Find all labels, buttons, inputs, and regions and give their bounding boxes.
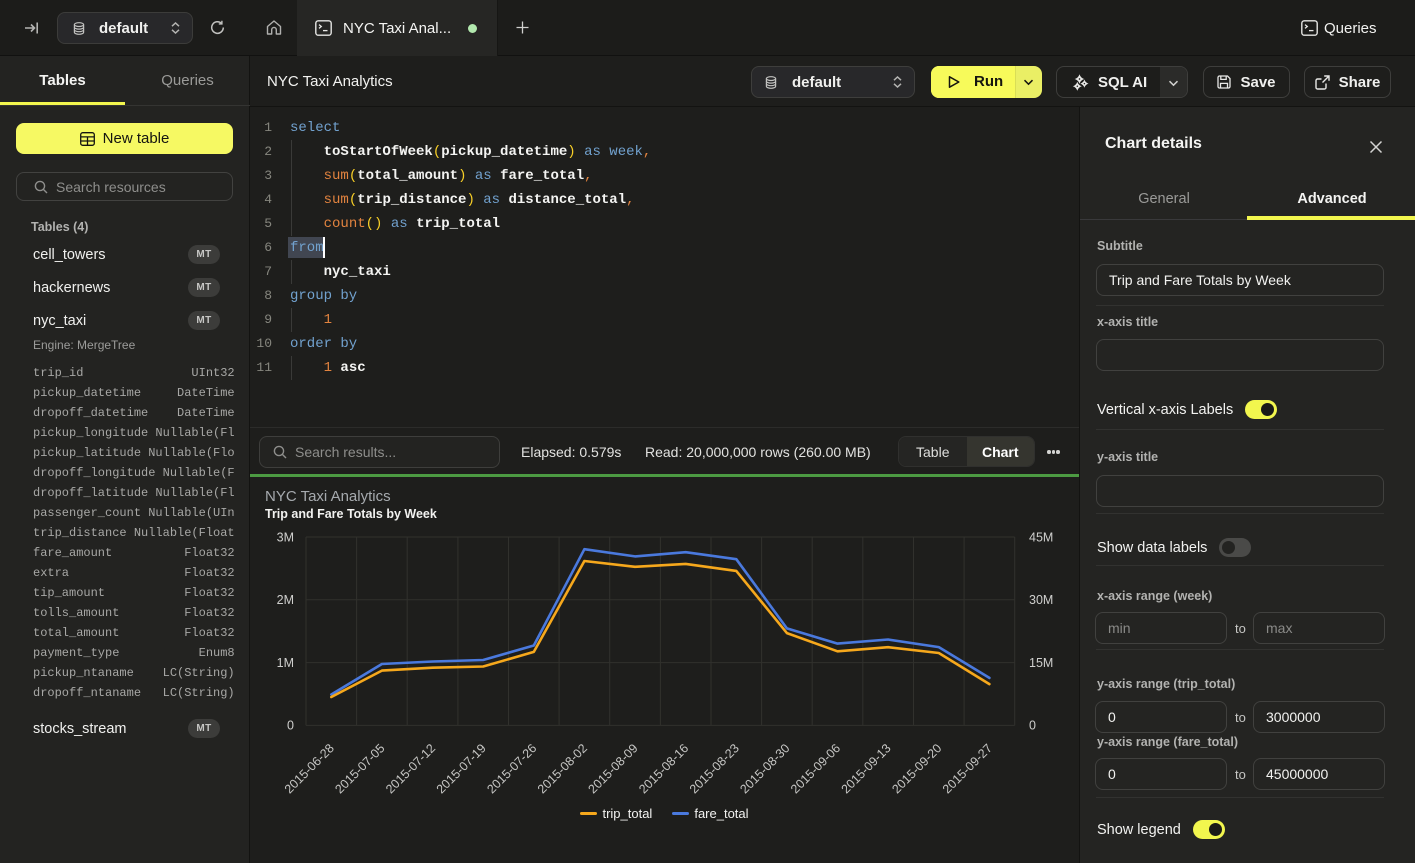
svg-text:2015-08-09: 2015-08-09 <box>586 741 641 796</box>
svg-text:2015-08-16: 2015-08-16 <box>636 741 691 796</box>
svg-text:0: 0 <box>287 719 294 733</box>
svg-text:2015-07-05: 2015-07-05 <box>332 741 387 796</box>
svg-text:2015-08-23: 2015-08-23 <box>687 741 742 796</box>
svg-text:2015-07-26: 2015-07-26 <box>484 741 539 796</box>
svg-text:2015-07-12: 2015-07-12 <box>383 741 438 796</box>
svg-text:2M: 2M <box>277 593 294 607</box>
svg-text:2015-09-27: 2015-09-27 <box>940 741 995 796</box>
svg-text:30M: 30M <box>1029 593 1053 607</box>
svg-text:2015-08-02: 2015-08-02 <box>535 741 590 796</box>
svg-text:2015-09-06: 2015-09-06 <box>788 741 843 796</box>
svg-text:2015-09-13: 2015-09-13 <box>839 741 894 796</box>
svg-text:0: 0 <box>1029 719 1036 733</box>
svg-text:3M: 3M <box>277 530 294 544</box>
svg-text:2015-06-28: 2015-06-28 <box>282 741 337 796</box>
svg-text:2015-09-20: 2015-09-20 <box>889 741 944 796</box>
svg-text:15M: 15M <box>1029 656 1053 670</box>
svg-text:2015-08-30: 2015-08-30 <box>737 741 792 796</box>
svg-text:1M: 1M <box>277 656 294 670</box>
svg-text:45M: 45M <box>1029 530 1053 544</box>
svg-text:2015-07-19: 2015-07-19 <box>434 741 489 796</box>
